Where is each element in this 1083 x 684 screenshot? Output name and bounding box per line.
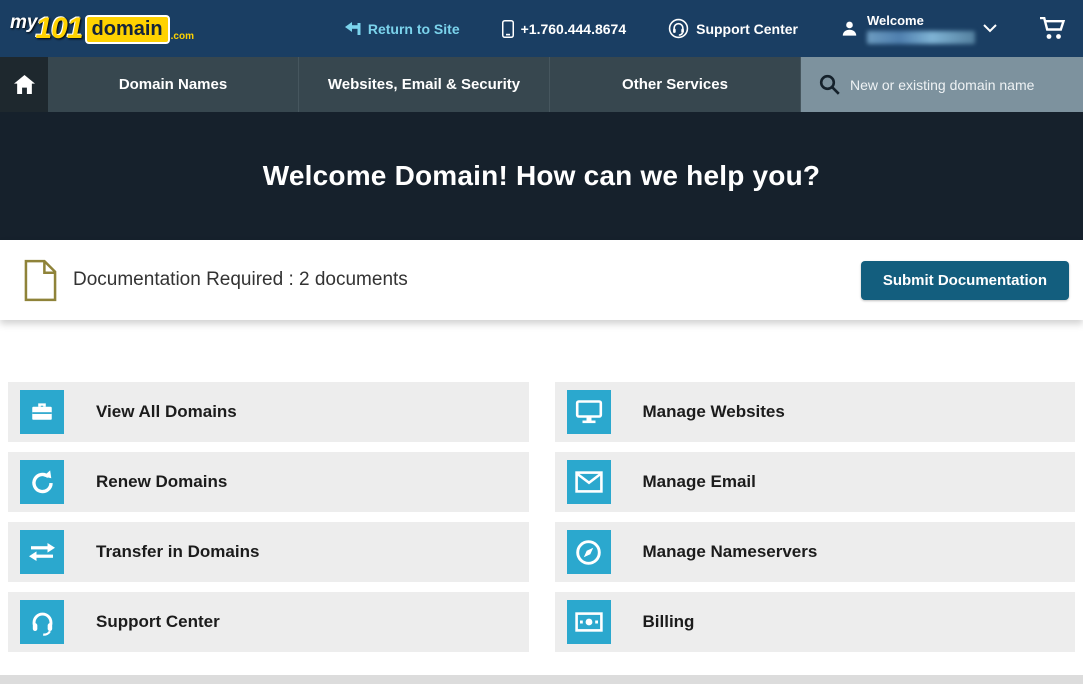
user-icon bbox=[840, 19, 859, 38]
cart-button[interactable] bbox=[1039, 17, 1067, 41]
logo-domain: domain bbox=[85, 15, 170, 44]
quick-links-right-column: Manage Websites Manage Email bbox=[555, 382, 1076, 652]
quick-link-label: Renew Domains bbox=[96, 472, 227, 492]
billing-link[interactable]: Billing bbox=[555, 592, 1076, 652]
document-icon bbox=[24, 259, 57, 302]
footer-strip bbox=[0, 675, 1083, 684]
logo-my: my bbox=[10, 13, 37, 32]
phone-number: +1.760.444.8674 bbox=[521, 21, 627, 37]
quick-link-label: Support Center bbox=[96, 612, 220, 632]
notification-text: Documentation Required : 2 documents bbox=[73, 269, 408, 291]
tab-websites-email-security[interactable]: Websites, Email & Security bbox=[299, 57, 550, 112]
support-center-link[interactable]: Support Center bbox=[668, 18, 798, 39]
welcome-label: Welcome bbox=[867, 13, 975, 28]
return-arrow-icon bbox=[345, 22, 361, 36]
mobile-phone-icon bbox=[502, 20, 514, 38]
topbar: my 101 domain .com Return to Site +1.760… bbox=[0, 0, 1083, 57]
account-menu[interactable]: Welcome bbox=[840, 13, 997, 44]
envelope-icon bbox=[567, 460, 611, 504]
search-icon bbox=[819, 74, 840, 95]
return-to-site-link[interactable]: Return to Site bbox=[345, 21, 460, 37]
manage-websites-link[interactable]: Manage Websites bbox=[555, 382, 1076, 442]
chevron-down-icon bbox=[983, 24, 997, 33]
transfer-in-domains-link[interactable]: Transfer in Domains bbox=[8, 522, 529, 582]
support-center-quick-link[interactable]: Support Center bbox=[8, 592, 529, 652]
manage-email-link[interactable]: Manage Email bbox=[555, 452, 1076, 512]
headset-icon bbox=[20, 600, 64, 644]
domain-search bbox=[801, 57, 1083, 112]
transfer-arrows-icon bbox=[20, 530, 64, 574]
tab-domain-names[interactable]: Domain Names bbox=[48, 57, 299, 112]
renew-icon bbox=[20, 460, 64, 504]
domain-search-input[interactable] bbox=[850, 77, 1070, 93]
quick-link-label: Billing bbox=[643, 612, 695, 632]
quick-link-label: Manage Websites bbox=[643, 402, 785, 422]
tab-label: Domain Names bbox=[119, 76, 227, 93]
briefcase-icon bbox=[20, 390, 64, 434]
main-nav: Domain Names Websites, Email & Security … bbox=[0, 57, 1083, 112]
tab-label: Websites, Email & Security bbox=[328, 76, 520, 93]
quick-links-left-column: View All Domains Renew Domains bbox=[8, 382, 529, 652]
phone-link[interactable]: +1.760.444.8674 bbox=[502, 20, 627, 38]
documentation-notification: Documentation Required : 2 documents Sub… bbox=[0, 240, 1083, 320]
compass-icon bbox=[567, 530, 611, 574]
banknote-icon bbox=[567, 600, 611, 644]
tab-label: Other Services bbox=[622, 76, 728, 93]
manage-nameservers-link[interactable]: Manage Nameservers bbox=[555, 522, 1076, 582]
home-button[interactable] bbox=[0, 57, 48, 112]
return-to-site-label: Return to Site bbox=[368, 21, 460, 37]
monitor-icon bbox=[567, 390, 611, 434]
submit-documentation-button[interactable]: Submit Documentation bbox=[861, 261, 1069, 300]
home-icon bbox=[14, 75, 35, 94]
logo[interactable]: my 101 domain .com bbox=[10, 14, 194, 44]
support-headset-icon bbox=[668, 18, 689, 39]
quick-link-label: Manage Nameservers bbox=[643, 542, 818, 562]
logo-101: 101 bbox=[35, 14, 82, 44]
renew-domains-link[interactable]: Renew Domains bbox=[8, 452, 529, 512]
logo-com: .com bbox=[171, 32, 194, 42]
tab-other-services[interactable]: Other Services bbox=[550, 57, 801, 112]
hero-title: Welcome Domain! How can we help you? bbox=[263, 160, 820, 192]
cart-icon bbox=[1039, 17, 1067, 41]
welcome-block: Welcome bbox=[867, 13, 975, 44]
redacted-username bbox=[867, 31, 975, 44]
quick-links-section: View All Domains Renew Domains bbox=[0, 320, 1083, 652]
quick-link-label: Transfer in Domains bbox=[96, 542, 259, 562]
view-all-domains-link[interactable]: View All Domains bbox=[8, 382, 529, 442]
support-center-label: Support Center bbox=[696, 21, 798, 37]
quick-link-label: View All Domains bbox=[96, 402, 237, 422]
hero-banner: Welcome Domain! How can we help you? bbox=[0, 112, 1083, 240]
topbar-links: Return to Site +1.760.444.8674 Support C… bbox=[345, 13, 1067, 44]
quick-link-label: Manage Email bbox=[643, 472, 756, 492]
